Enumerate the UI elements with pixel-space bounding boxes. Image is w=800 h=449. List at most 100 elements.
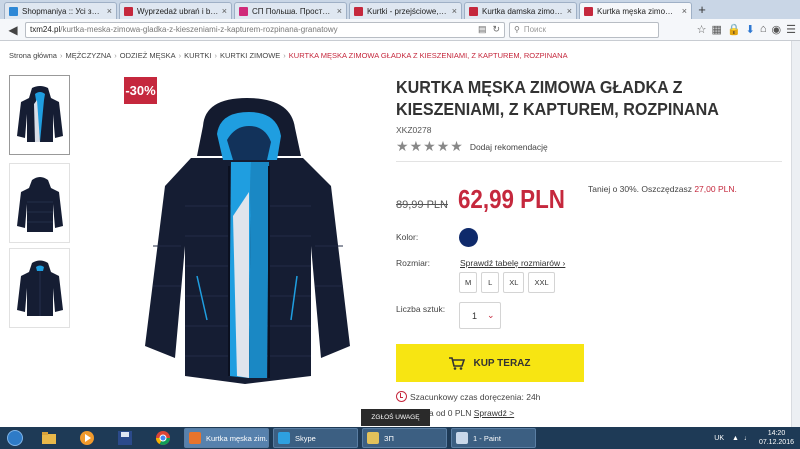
media-player-icon[interactable] <box>68 427 106 449</box>
clock-time: 14:20 <box>767 430 786 437</box>
tab-close-icon[interactable]: × <box>337 6 342 16</box>
reader-view-icon[interactable]: ▤ <box>478 24 487 35</box>
divider <box>396 161 782 162</box>
size-label: Rozmiar: <box>396 258 431 268</box>
size-option[interactable]: L <box>481 272 500 293</box>
breadcrumb-separator: › <box>59 51 63 60</box>
product-sku: XKZ0278 <box>396 125 432 135</box>
add-review-link[interactable]: Dodaj rekomendację <box>470 142 548 152</box>
home-icon[interactable]: ⌂ <box>760 23 767 36</box>
color-swatch-navy[interactable] <box>459 228 478 247</box>
breadcrumb-item[interactable]: KURTKI ZIMOWE <box>220 51 280 60</box>
browser-tab[interactable]: Kurtka damska zimowa ...× <box>464 2 577 19</box>
tab-label: Wyprzedaż ubrań i butó... <box>137 6 219 16</box>
jacket-back-thumbnail-image <box>16 177 63 232</box>
tab-label: СП Польша. Простые ... <box>252 6 334 16</box>
star-icon[interactable]: ★ <box>437 138 450 154</box>
thumbnail-front[interactable] <box>9 75 70 155</box>
search-input[interactable]: ⚲ Поиск <box>509 21 659 38</box>
taskbar-task[interactable]: Kurtka męska zim... <box>184 428 269 448</box>
rating-stars[interactable]: ★★★★★ Dodaj rekomendację <box>396 139 548 154</box>
size-option[interactable]: XXL <box>528 272 555 293</box>
network-icon[interactable]: ▲ <box>732 435 739 442</box>
url-domain: txm24.pl <box>30 25 61 34</box>
shipping-check-link[interactable]: Sprawdź > <box>474 408 514 418</box>
breadcrumb-item[interactable]: MĘŻCZYZNA <box>65 51 111 60</box>
breadcrumb-item[interactable]: ODZIEŻ MĘSKA <box>120 51 176 60</box>
menu-icon[interactable]: ☰ <box>786 23 796 36</box>
quantity-select[interactable]: 1 ⌄ <box>459 302 501 329</box>
tab-close-icon[interactable]: × <box>452 6 457 16</box>
chrome-icon[interactable] <box>144 427 182 449</box>
jacket-thumbnail-image <box>16 86 63 142</box>
color-label: Kolor: <box>396 232 419 242</box>
browser-tab[interactable]: Shopmaniya :: Усі замов...× <box>4 2 117 19</box>
taskbar-task[interactable]: 1 - Paint <box>451 428 536 448</box>
task-app-icon <box>189 432 201 444</box>
language-indicator[interactable]: UK <box>714 435 724 442</box>
product-title: KURTKA MĘSKA ZIMOWA GŁADKA Z KIESZENIAMI… <box>396 77 719 119</box>
size-option[interactable]: XL <box>503 272 525 293</box>
delivery-info: Szacunkowy czas doręczenia: 24h <box>396 391 540 402</box>
start-button[interactable] <box>0 427 30 449</box>
search-placeholder: Поиск <box>523 25 547 34</box>
browser-tab[interactable]: Wyprzedaż ubrań i butó...× <box>119 2 232 19</box>
taskbar-task[interactable]: Skype <box>273 428 358 448</box>
star-icon[interactable]: ★ <box>423 138 436 154</box>
download-icon[interactable]: ⬇ <box>746 23 755 36</box>
chevron-down-icon: ⌄ <box>487 310 495 320</box>
buy-now-button[interactable]: KUP TERAZ <box>396 344 584 382</box>
browser-tab[interactable]: Kurtki - przejściowe, oci... × <box>349 2 462 19</box>
new-price: 62,99 PLN <box>458 184 565 214</box>
save-disk-icon[interactable] <box>106 427 144 449</box>
breadcrumb-item[interactable]: KURTKI <box>184 51 211 60</box>
browser-tab-strip: Shopmaniya :: Усі замов...×Wyprzedaż ubr… <box>0 0 800 19</box>
browser-tab[interactable]: Kurtka męska zimowa gł...× <box>579 2 692 19</box>
tab-favicon-icon <box>239 6 248 16</box>
tab-close-icon[interactable]: × <box>567 6 572 16</box>
tab-favicon-icon <box>584 6 593 16</box>
tab-favicon-icon <box>354 6 363 16</box>
system-clock[interactable]: 14:20 07.12.2016 <box>759 429 794 447</box>
reading-list-icon[interactable]: ▦ <box>712 23 722 36</box>
breadcrumb-separator: › <box>178 51 182 60</box>
star-icon[interactable]: ★ <box>450 138 463 154</box>
tab-close-icon[interactable]: × <box>107 6 112 16</box>
reload-icon[interactable]: ↻ <box>492 24 500 35</box>
windows-taskbar: Kurtka męska zim... Skype ЗП 1 - Paint UK ▲… <box>0 427 800 449</box>
lock-icon[interactable]: 🔒 <box>727 23 741 36</box>
quantity-label: Liczba sztuk: <box>396 304 446 314</box>
sync-icon[interactable]: ◉ <box>772 23 782 36</box>
old-price: 89,99 PLN <box>396 199 448 211</box>
volume-icon[interactable]: ♩ <box>744 435 751 442</box>
jacket-closed-thumbnail-image <box>16 260 63 316</box>
bookmark-star-icon[interactable]: ☆ <box>697 23 707 36</box>
url-path: /kurtka-meska-zimowa-gladka-z-kieszeniam… <box>60 25 338 34</box>
tab-close-icon[interactable]: × <box>682 6 687 16</box>
savings-amount: 27,00 PLN. <box>694 184 737 194</box>
star-icon[interactable]: ★ <box>410 138 423 154</box>
back-button[interactable]: ◀ <box>4 21 22 39</box>
task-label: Skype <box>295 433 316 443</box>
breadcrumb-separator: › <box>214 51 218 60</box>
thumbnail-closed[interactable] <box>9 248 70 328</box>
size-table-link[interactable]: Sprawdź tabelę rozmiarów › <box>460 258 565 268</box>
taskbar-task[interactable]: ЗП <box>362 428 447 448</box>
report-feedback-button[interactable]: ZGŁOŚ UWAGĘ <box>361 409 430 426</box>
task-app-icon <box>278 432 290 444</box>
tab-close-icon[interactable]: × <box>222 6 227 16</box>
explorer-icon[interactable] <box>30 427 68 449</box>
new-tab-button[interactable]: + <box>694 2 710 19</box>
breadcrumb-current: KURTKA MĘSKA ZIMOWA GŁADKA Z KIESZENIAMI… <box>288 51 568 60</box>
task-app-icon <box>367 432 379 444</box>
tab-label: Kurtka damska zimowa ... <box>482 6 564 16</box>
task-label: ЗП <box>384 433 394 443</box>
size-option[interactable]: M <box>459 272 478 293</box>
page-scrollbar[interactable] <box>791 41 800 427</box>
browser-tab[interactable]: СП Польша. Простые ... × <box>234 2 347 19</box>
star-icon[interactable]: ★ <box>396 138 409 154</box>
address-bar[interactable]: txm24.pl /kurtka-meska-zimowa-gladka-z-k… <box>25 21 505 38</box>
thumbnail-back[interactable] <box>9 163 70 243</box>
shipping-info: awa od 0 PLN Sprawdź > <box>418 408 514 418</box>
breadcrumb-item[interactable]: Strona główna <box>9 51 57 60</box>
